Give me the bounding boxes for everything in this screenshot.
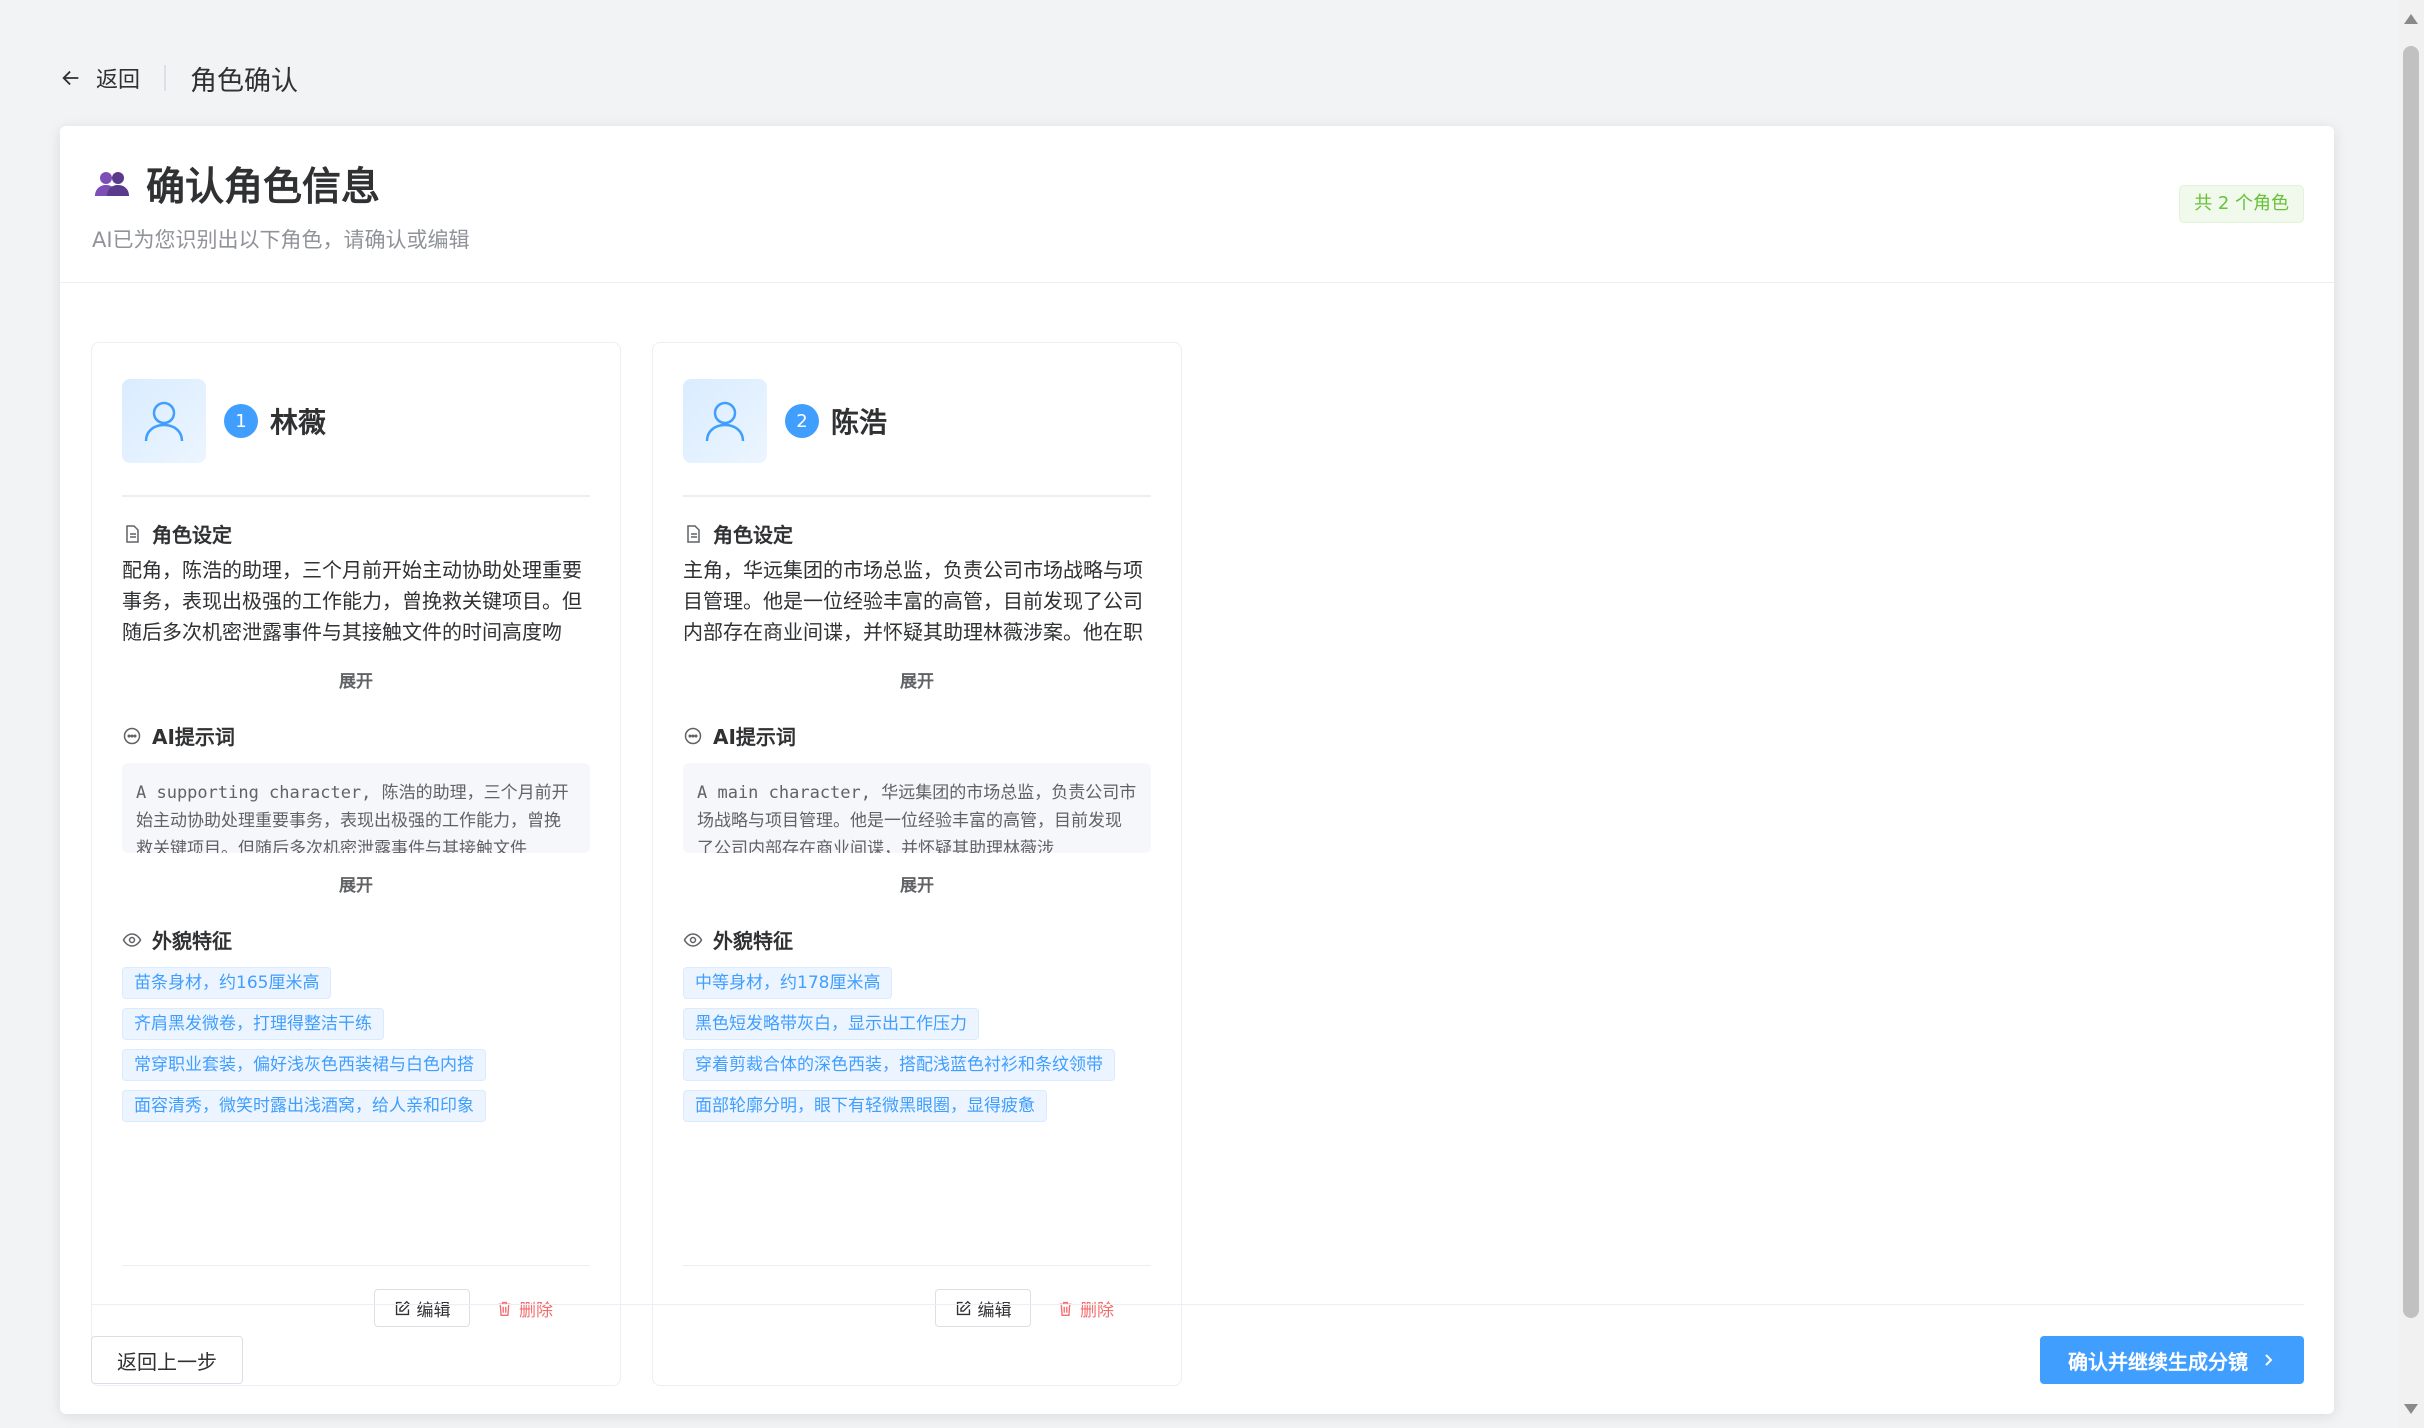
divider: [122, 495, 590, 497]
character-description: 主角，华远集团的市场总监，负责公司市场战略与项目管理。他是一位经验丰富的高管，目…: [683, 558, 1143, 643]
confirm-label: 确认并继续生成分镜: [2068, 1349, 2248, 1374]
section-title-label: 外貌特征: [152, 929, 232, 953]
expand-description-link[interactable]: 展开: [92, 667, 620, 692]
confirm-continue-button[interactable]: 确认并继续生成分镜: [2040, 1336, 2304, 1384]
character-number-badge: 1: [224, 404, 258, 438]
appearance-tag: 齐肩黑发微卷，打理得整洁干练: [122, 1008, 384, 1040]
expand-prompt-link[interactable]: 展开: [653, 871, 1181, 896]
eye-icon: [683, 932, 703, 947]
expand-description-link[interactable]: 展开: [653, 667, 1181, 692]
user-icon: [705, 401, 745, 442]
scroll-up-arrow-icon[interactable]: [2404, 14, 2418, 24]
character-count-badge: 共 2 个角色: [2179, 185, 2304, 223]
appearance-tag: 常穿职业套装，偏好浅灰色西装裙与白色内搭: [122, 1049, 486, 1081]
delete-button[interactable]: 删除: [496, 1289, 553, 1327]
section-title-label: 外貌特征: [713, 929, 793, 953]
section-appearance: 外貌特征: [683, 925, 793, 954]
users-icon: [95, 172, 129, 196]
divider: [683, 1265, 1151, 1266]
edit-label: 编辑: [977, 1300, 1012, 1321]
character-name: 林薇: [270, 406, 327, 439]
topbar-divider: [164, 65, 167, 91]
document-icon: [687, 524, 700, 543]
ai-prompt-text: A main character, 华远集团的市场总监，负责公司市场战略与项目管…: [697, 783, 1137, 853]
appearance-tag: 面容清秀，微笑时露出浅酒窝，给人亲和印象: [122, 1090, 486, 1122]
section-title-label: AI提示词: [152, 725, 235, 749]
card-header: 确认角色信息 AI已为您识别出以下角色，请确认或编辑 共 2 个角色: [60, 126, 2334, 283]
back-arrow-icon: [62, 70, 79, 86]
character-name: 陈浩: [831, 406, 888, 439]
appearance-tags: 苗条身材，约165厘米高 齐肩黑发微卷，打理得整洁干练 常穿职业套装，偏好浅灰色…: [122, 967, 600, 1131]
section-ai-prompt: AI提示词: [122, 721, 235, 750]
section-appearance: 外貌特征: [122, 925, 232, 954]
divider: [91, 1304, 2304, 1305]
avatar: [122, 379, 206, 463]
section-title-label: AI提示词: [713, 725, 796, 749]
section-ai-prompt: AI提示词: [683, 721, 796, 750]
section-title-label: 角色设定: [713, 523, 793, 547]
trash-icon: [1059, 1301, 1072, 1316]
back-link[interactable]: 返回: [60, 62, 140, 94]
section-heading: 确认角色信息: [146, 165, 381, 210]
document-icon: [126, 524, 139, 543]
page-title: 角色确认: [190, 65, 299, 97]
edit-button[interactable]: 编辑: [935, 1289, 1031, 1327]
top-bar: 返回 角色确认: [60, 58, 298, 98]
divider: [122, 1265, 590, 1266]
chevron-right-icon: [2265, 1354, 2273, 1366]
eye-icon: [122, 932, 142, 947]
appearance-tag: 黑色短发略带灰白，显示出工作压力: [683, 1008, 979, 1040]
edit-icon: [956, 1300, 971, 1315]
delete-label: 删除: [519, 1300, 553, 1321]
section-role-setting: 角色设定: [683, 519, 793, 548]
header-subtitle: AI已为您识别出以下角色，请确认或编辑: [92, 228, 470, 252]
appearance-tag: 苗条身材，约165厘米高: [122, 967, 332, 999]
back-label: 返回: [96, 68, 141, 93]
appearance-tag: 穿着剪裁合体的深色西装，搭配浅蓝色衬衫和条纹领带: [683, 1049, 1115, 1081]
chat-icon: [684, 727, 702, 744]
scrollbar-thumb[interactable]: [2403, 46, 2419, 1318]
scroll-down-arrow-icon[interactable]: [2404, 1404, 2418, 1414]
divider: [683, 495, 1151, 497]
delete-label: 删除: [1080, 1300, 1114, 1321]
appearance-tag: 面部轮廓分明，眼下有轻微黑眼圈，显得疲惫: [683, 1090, 1047, 1122]
section-title-label: 角色设定: [152, 523, 232, 547]
avatar: [683, 379, 767, 463]
ai-prompt-text: A supporting character, 陈浩的助理，三个月前开始主动协助…: [136, 783, 569, 853]
expand-prompt-link[interactable]: 展开: [92, 871, 620, 896]
edit-icon: [395, 1300, 410, 1315]
header-title-row: 确认角色信息: [92, 156, 380, 212]
main-card: 确认角色信息 AI已为您识别出以下角色，请确认或编辑 共 2 个角色 1 林薇 …: [60, 126, 2334, 1414]
delete-button[interactable]: 删除: [1057, 1289, 1114, 1327]
vertical-scrollbar[interactable]: [2398, 0, 2424, 1428]
ai-prompt-box: A main character, 华远集团的市场总监，负责公司市场战略与项目管…: [683, 763, 1151, 853]
trash-icon: [498, 1301, 511, 1316]
section-role-setting: 角色设定: [122, 519, 232, 548]
appearance-tag: 中等身材，约178厘米高: [683, 967, 893, 999]
character-header: 1 林薇: [122, 379, 326, 463]
ai-prompt-box: A supporting character, 陈浩的助理，三个月前开始主动协助…: [122, 763, 590, 853]
character-number-badge: 2: [785, 404, 819, 438]
edit-label: 编辑: [416, 1300, 451, 1321]
back-to-previous-button[interactable]: 返回上一步: [91, 1336, 243, 1384]
character-card: 1 林薇 角色设定 配角，陈浩的助理，三个月前开始主动协助处理重要事务，表现出极…: [91, 342, 621, 1386]
appearance-tags: 中等身材，约178厘米高 黑色短发略带灰白，显示出工作压力 穿着剪裁合体的深色西…: [683, 967, 1161, 1131]
chat-icon: [123, 727, 141, 744]
edit-button[interactable]: 编辑: [374, 1289, 470, 1327]
user-icon: [144, 401, 184, 442]
character-description: 配角，陈浩的助理，三个月前开始主动协助处理重要事务，表现出极强的工作能力，曾挽救…: [122, 558, 582, 643]
character-header: 2 陈浩: [683, 379, 887, 463]
character-card: 2 陈浩 角色设定 主角，华远集团的市场总监，负责公司市场战略与项目管理。他是一…: [652, 342, 1182, 1386]
